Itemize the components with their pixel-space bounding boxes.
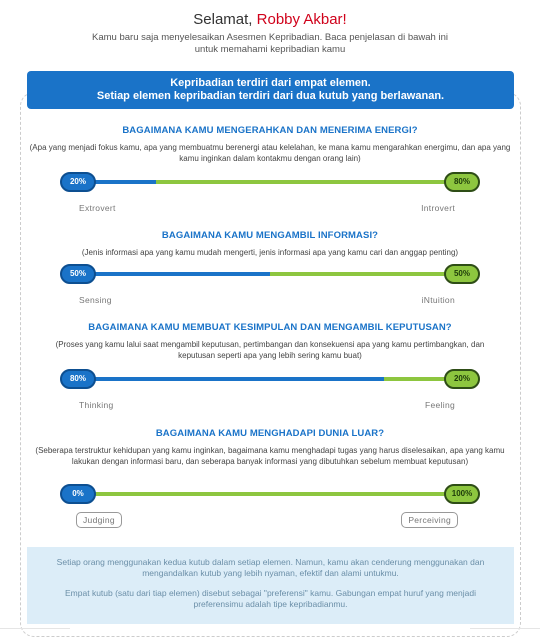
section-description: (Jenis informasi apa yang kamu mudah men…: [81, 248, 459, 257]
user-name: Robby Akbar!: [256, 11, 347, 28]
info-paragraph-1: Setiap orang menggunakan kedua kutub dal…: [56, 557, 485, 578]
scale-information: 50% 50%: [60, 263, 480, 285]
greeting-heading: Selamat, Robby Akbar!: [0, 11, 540, 28]
section-decision: BAGAIMANA KAMU MEMBUAT KESIMPULAN DAN ME…: [20, 322, 520, 361]
scale-fill: [80, 377, 384, 381]
right-percent-badge: 20%: [444, 369, 480, 389]
elements-banner: Kepribadian terdiri dari empat elemen. S…: [27, 71, 514, 109]
pole-label-left: Thinking: [79, 400, 114, 410]
section-energy: BAGAIMANA KAMU MENGERAHKAN DAN MENERIMA …: [20, 125, 520, 164]
section-title: BAGAIMANA KAMU MENGHADAPI DUNIA LUAR?: [155, 428, 385, 439]
banner-line-2: Setiap elemen kepribadian terdiri dari d…: [96, 90, 445, 102]
left-percent-badge: 0%: [60, 484, 96, 504]
section-title: BAGAIMANA KAMU MENGERAHKAN DAN MENERIMA …: [122, 125, 418, 136]
pole-label-right: iNtuition: [421, 295, 455, 305]
left-percent-badge: 20%: [60, 172, 96, 192]
scale-track: [80, 272, 460, 276]
scale-fill: [80, 272, 270, 276]
scale-track: [80, 492, 460, 496]
right-percent-badge: 100%: [444, 484, 480, 504]
greeting-prefix: Selamat,: [193, 11, 253, 28]
intro-text: Kamu baru saja menyelesaikan Asesmen Kep…: [92, 32, 448, 55]
scale-energy: 20% 80%: [60, 171, 480, 193]
section-description: (Seberapa terstruktur kehidupan yang kam…: [35, 446, 505, 466]
right-percent-badge: 80%: [444, 172, 480, 192]
section-outer-world: BAGAIMANA KAMU MENGHADAPI DUNIA LUAR? (S…: [20, 428, 520, 467]
info-paragraph-2: Empat kutub (satu dari tiap elemen) dise…: [65, 588, 476, 609]
pole-label-left: Sensing: [79, 295, 112, 305]
info-box: Setiap orang menggunakan kedua kutub dal…: [27, 547, 514, 624]
banner-line-1: Kepribadian terdiri dari empat elemen.: [170, 77, 371, 89]
scale-track: [80, 377, 460, 381]
scale-decision: 80% 20%: [60, 368, 480, 390]
right-percent-badge: 50%: [444, 264, 480, 284]
section-title: BAGAIMANA KAMU MEMBUAT KESIMPULAN DAN ME…: [88, 322, 452, 333]
section-description: (Proses yang kamu lalui saat mengambil k…: [55, 340, 485, 360]
decorative-line-left: [0, 628, 70, 640]
left-percent-badge: 50%: [60, 264, 96, 284]
scale-track: [80, 180, 460, 184]
pole-label-right: Introvert: [421, 203, 455, 213]
pole-label-left: Extrovert: [79, 203, 116, 213]
section-description: (Apa yang menjadi fokus kamu, apa yang m…: [29, 143, 511, 163]
scale-outer-world: 0% 100%: [60, 483, 480, 505]
section-information: BAGAIMANA KAMU MENGAMBIL INFORMASI? (Jen…: [20, 230, 520, 258]
section-title: BAGAIMANA KAMU MENGAMBIL INFORMASI?: [161, 230, 379, 241]
pole-label-right: Perceiving: [401, 512, 458, 528]
pole-label-left: Judging: [76, 512, 122, 528]
decorative-line-right: [470, 628, 540, 640]
pole-label-right: Feeling: [425, 400, 455, 410]
left-percent-badge: 80%: [60, 369, 96, 389]
